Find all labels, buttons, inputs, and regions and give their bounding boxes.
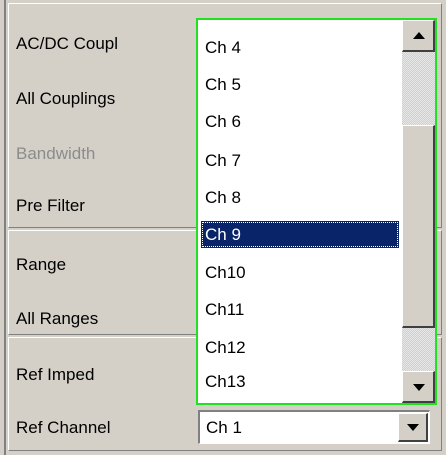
scrollbar-thumb[interactable] <box>402 125 435 328</box>
list-item-ch8[interactable]: Ch 8 <box>201 184 399 211</box>
list-item-ch7[interactable]: Ch 7 <box>201 147 399 174</box>
scroll-down-button[interactable] <box>402 371 435 403</box>
range-label: Range <box>16 255 67 274</box>
list-item-ch10[interactable]: Ch10 <box>201 259 399 286</box>
ref-channel-value: Ch 1 <box>206 418 242 437</box>
list-item-ch4[interactable]: Ch 4 <box>201 34 399 61</box>
channel-dropdown-list[interactable]: Ch 4 Ch 5 Ch 6 Ch 7 Ch 8 Ch 9 Ch10 Ch11 … <box>196 18 437 405</box>
triangle-up-icon <box>413 32 425 39</box>
bandwidth-label: Bandwidth <box>16 144 96 163</box>
settings-panel: AC/DC Coupl All Couplings Bandwidth Pre … <box>0 0 446 455</box>
chevron-down-icon <box>407 424 419 431</box>
list-scrollbar[interactable] <box>402 20 435 403</box>
list-item-ch9-selected[interactable]: Ch 9 <box>201 221 399 248</box>
ref-channel-label: Ref Channel <box>16 418 111 437</box>
list-item-ch13[interactable]: Ch13 <box>201 368 399 395</box>
all-couplings-label: All Couplings <box>16 89 116 108</box>
pre-filter-label: Pre Filter <box>16 196 85 215</box>
list-item-ch6[interactable]: Ch 6 <box>201 108 399 135</box>
ref-channel-select[interactable]: Ch 1 <box>198 410 430 444</box>
ref-imped-label: Ref Imped <box>16 365 95 384</box>
panel-left-edge <box>0 0 6 455</box>
list-item-ch5[interactable]: Ch 5 <box>201 71 399 98</box>
list-item-ch12[interactable]: Ch12 <box>201 334 399 361</box>
list-item-ch11[interactable]: Ch11 <box>201 296 399 323</box>
triangle-down-icon <box>413 384 425 391</box>
acdc-coupl-label: AC/DC Coupl <box>16 34 119 53</box>
scroll-up-button[interactable] <box>402 20 435 52</box>
all-ranges-label: All Ranges <box>16 309 99 328</box>
ref-channel-dropdown-button[interactable] <box>398 413 428 442</box>
